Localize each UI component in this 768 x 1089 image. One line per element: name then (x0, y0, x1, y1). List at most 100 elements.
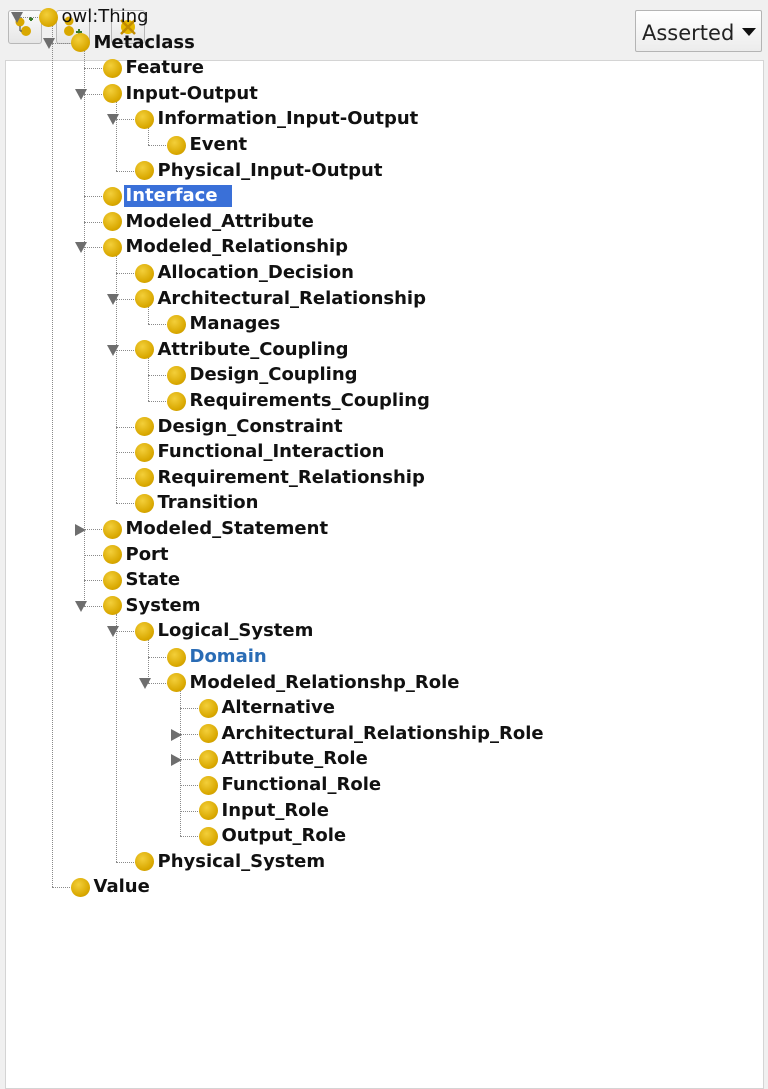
tree-connector-line (179, 733, 200, 735)
tree-node-label[interactable]: Architectural_Relationship (158, 288, 426, 310)
tree-node-label[interactable]: Architectural_Relationship_Role (222, 723, 544, 745)
tree-node-label[interactable]: Output_Role (222, 825, 347, 847)
tree-node-label[interactable]: System (126, 595, 201, 617)
owl-class-icon (103, 519, 122, 539)
tree-node-label[interactable]: Input-Output (126, 83, 258, 105)
tree-connector-line (83, 221, 104, 223)
owl-class-icon (135, 442, 154, 462)
tree-node-label[interactable]: Alternative (222, 697, 335, 719)
tree-connector-line (115, 861, 136, 863)
tree-node-label[interactable]: Functional_Interaction (158, 441, 385, 463)
owl-class-icon (103, 596, 122, 616)
tree-connector-line (115, 298, 136, 300)
tree-connector-line (51, 42, 72, 44)
tree-connector-line (115, 503, 136, 505)
tree-node-label[interactable]: Modeled_Statement (126, 518, 329, 540)
tree-node-label[interactable]: Allocation_Decision (158, 262, 354, 284)
expanded-arrow-icon[interactable] (74, 242, 87, 254)
tree-connector-line (115, 170, 136, 172)
expanded-arrow-icon[interactable] (106, 114, 119, 126)
tree-node-label[interactable]: Metaclass (94, 32, 195, 54)
tree-node-label[interactable]: Requirement_Relationship (158, 467, 425, 489)
owl-class-icon (71, 33, 90, 53)
tree-node-label[interactable]: Logical_System (158, 620, 314, 642)
tree-node-label[interactable]: Interface (123, 185, 232, 208)
owl-class-icon (135, 161, 154, 181)
owl-class-icon (199, 724, 218, 744)
tree-node-label[interactable]: Design_Constraint (158, 416, 343, 438)
view-mode-dropdown[interactable]: Asserted (635, 10, 762, 52)
tree-guide-line (115, 613, 117, 862)
tree-node-label[interactable]: Event (190, 134, 248, 156)
tree-connector-line (83, 605, 104, 607)
tree-guide-line (147, 639, 149, 683)
tree-connector-line (83, 554, 104, 556)
tree-connector-line (83, 247, 104, 249)
owl-class-icon (167, 391, 186, 411)
chevron-down-icon (742, 28, 756, 36)
tree-connector-line (83, 580, 104, 582)
tree-node-label[interactable]: Transition (158, 492, 259, 514)
tree-guide-line (83, 50, 85, 606)
expanded-arrow-icon[interactable] (106, 293, 119, 305)
tree-connector-line (83, 196, 104, 198)
collapsed-arrow-icon[interactable] (74, 524, 86, 536)
tree-connector-line (147, 145, 168, 146)
class-hierarchy-tree[interactable]: owl:Thing Metaclass Feature Input-Output Inf… (5, 6, 764, 1089)
tree-node-label[interactable]: Feature (126, 57, 204, 79)
tree-node-label[interactable]: Attribute_Role (222, 748, 368, 770)
tree-node-label[interactable]: Modeled_Relationshp_Role (190, 672, 460, 694)
tree-connector-line (147, 324, 168, 326)
expanded-arrow-icon[interactable] (10, 12, 23, 23)
tree-node-label[interactable]: owl:Thing (62, 6, 149, 28)
tree-connector-line (179, 836, 200, 838)
owl-class-icon (167, 314, 186, 334)
tree-node-label[interactable]: Design_Coupling (190, 364, 358, 386)
tree-connector-line (179, 810, 200, 812)
owl-class-icon (103, 58, 122, 78)
collapsed-arrow-icon[interactable] (170, 754, 182, 767)
tree-node-label[interactable]: Port (126, 544, 169, 566)
owl-class-icon (135, 263, 154, 283)
owl-class-icon (103, 545, 122, 565)
tree-connector-line (115, 426, 136, 428)
tree-node-label[interactable]: Modeled_Relationship (126, 236, 349, 258)
tree-connector-line (179, 759, 200, 761)
owl-class-icon (103, 186, 122, 206)
tree-node-label[interactable]: Input_Role (222, 800, 329, 822)
expanded-arrow-icon[interactable] (106, 344, 119, 356)
collapsed-arrow-icon[interactable] (170, 728, 182, 741)
tree-connector-line (147, 401, 168, 402)
owl-class-icon (135, 493, 154, 513)
expanded-arrow-icon[interactable] (106, 626, 119, 638)
tree-node-label[interactable]: Functional_Role (222, 774, 382, 796)
tree-node-label[interactable]: Modeled_Attribute (126, 211, 314, 233)
tree-node-label[interactable]: Value (94, 876, 150, 898)
owl-class-icon (167, 647, 186, 667)
tree-node-label[interactable]: Physical_Input-Output (158, 160, 383, 182)
expanded-arrow-icon[interactable] (138, 677, 151, 689)
owl-class-icon (199, 749, 218, 769)
tree-connector-line (179, 708, 200, 710)
tree-connector-line (147, 375, 168, 377)
tree-node-label[interactable]: Attribute_Coupling (158, 339, 349, 361)
owl-class-icon (135, 852, 154, 872)
tree-connector-line (115, 273, 136, 274)
owl-class-icon (167, 135, 186, 155)
tree-guide-line (51, 25, 53, 888)
tree-node-label[interactable]: Requirements_Coupling (190, 390, 430, 412)
tree-connector-line (83, 529, 104, 530)
tree-node-label[interactable]: Physical_System (158, 851, 326, 873)
expanded-arrow-icon[interactable] (74, 600, 87, 612)
owl-class-icon (103, 212, 122, 232)
tree-node-label[interactable]: Domain (190, 646, 267, 668)
tree-node-label[interactable]: State (126, 569, 181, 591)
tree-node-label[interactable]: Information_Input-Output (158, 108, 419, 130)
owl-class-icon (199, 698, 218, 718)
owl-class-icon (135, 289, 154, 309)
owl-class-icon (103, 570, 122, 590)
tree-node-label[interactable]: Manages (190, 313, 281, 335)
expanded-arrow-icon[interactable] (74, 88, 87, 100)
expanded-arrow-icon[interactable] (42, 37, 55, 49)
owl-class-icon (167, 365, 186, 385)
